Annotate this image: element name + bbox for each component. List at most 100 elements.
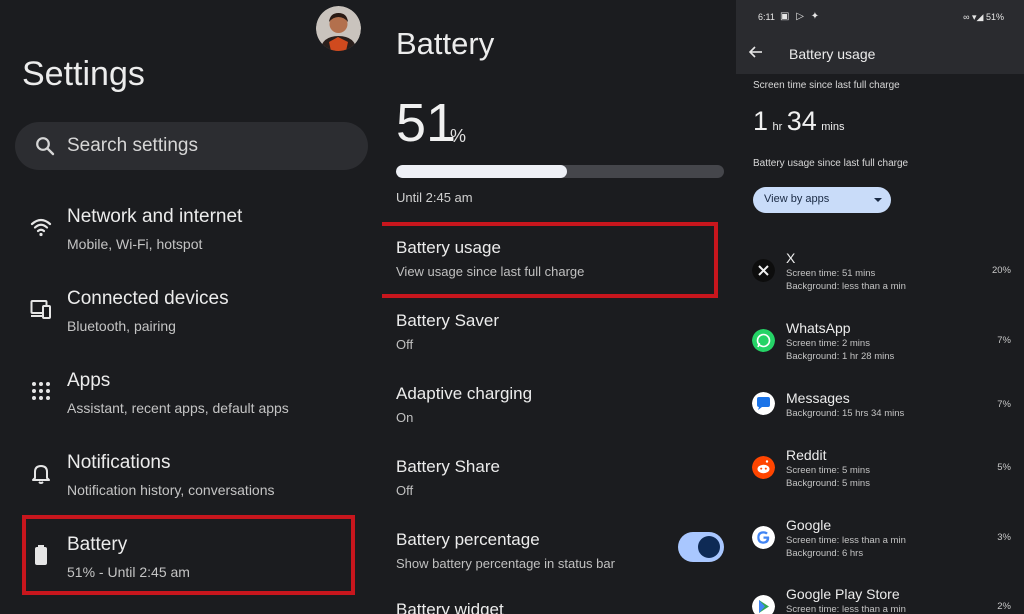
app-usage-row-messages[interactable]: Messages Background: 15 hrs 34 mins 7% xyxy=(736,390,1024,446)
view-by-value: View by apps xyxy=(764,193,830,205)
app-usage-row-reddit[interactable]: Reddit Screen time: 5 mins Background: 5… xyxy=(736,447,1024,503)
toggle-knob xyxy=(698,536,720,558)
screen-time-hours-unit: hr xyxy=(772,121,783,133)
app-name: X xyxy=(786,250,796,266)
battery-item-title: Battery Saver xyxy=(396,311,499,330)
settings-item-connected-devices[interactable]: Connected devices Bluetooth, pairing xyxy=(0,288,382,348)
app-usage-row-whatsapp[interactable]: WhatsApp Screen time: 2 mins Background:… xyxy=(736,320,1024,376)
google-app-icon xyxy=(752,526,775,549)
app-usage-row-play-store[interactable]: Google Play Store Screen time: less than… xyxy=(736,586,1024,614)
app-name: Google Play Store xyxy=(786,586,900,602)
battery-until-text: Until 2:45 am xyxy=(396,190,473,205)
screen-time-mins-unit: mins xyxy=(821,121,845,133)
app-background-time: Background: 1 hr 28 mins xyxy=(786,351,895,362)
battery-item-saver[interactable]: Battery Saver Off xyxy=(396,311,716,352)
battery-item-widget[interactable]: Battery widget xyxy=(396,600,716,614)
caret-down-icon xyxy=(874,198,882,202)
battery-usage-panel: 6:11 ▣ ▷ ✦ ∞ ▾◢ 51% Battery usage Screen… xyxy=(736,0,1024,614)
app-background-time: Background: less than a min xyxy=(786,281,906,292)
app-percent: 7% xyxy=(997,335,1011,346)
app-screen-time: Screen time: less than a min xyxy=(786,604,906,614)
app-background-time: Background: 15 hrs 34 mins xyxy=(786,408,905,419)
screen-time-value: 1 hr 34 mins xyxy=(753,106,844,137)
highlight-box xyxy=(382,222,718,298)
battery-level-fill xyxy=(396,165,567,178)
highlight-box xyxy=(22,515,355,595)
page-title: Battery usage xyxy=(789,46,876,62)
settings-item-apps[interactable]: Apps Assistant, recent apps, default app… xyxy=(0,370,382,430)
wifi-icon xyxy=(30,218,52,237)
battery-item-share[interactable]: Battery Share Off xyxy=(396,457,716,498)
bell-icon xyxy=(32,465,50,484)
app-usage-row-x[interactable]: X Screen time: 51 mins Background: less … xyxy=(736,250,1024,306)
app-screen-time: Screen time: 5 mins xyxy=(786,465,870,476)
app-name: Google xyxy=(786,517,832,533)
app-percent: 20% xyxy=(991,265,1011,276)
signal-icons: ∞ ▾◢ xyxy=(963,12,986,22)
settings-item-subtitle: Assistant, recent apps, default apps xyxy=(67,400,289,416)
battery-item-percentage[interactable]: Battery percentage Show battery percenta… xyxy=(396,530,716,571)
search-placeholder: Search settings xyxy=(67,135,198,156)
battery-item-title: Battery Share xyxy=(396,457,500,476)
page-title: Battery xyxy=(396,26,495,61)
status-time: 6:11 xyxy=(758,12,775,22)
battery-level-bar xyxy=(396,165,724,178)
notification-icons: ▣ ▷ ✦ xyxy=(780,11,822,22)
settings-item-title: Connected devices xyxy=(67,288,229,309)
app-usage-row-google[interactable]: Google Screen time: less than a min Back… xyxy=(736,517,1024,573)
settings-item-network[interactable]: Network and internet Mobile, Wi-Fi, hots… xyxy=(0,206,382,266)
app-name: WhatsApp xyxy=(786,320,851,336)
profile-avatar[interactable] xyxy=(316,6,361,51)
app-bar: 6:11 ▣ ▷ ✦ ∞ ▾◢ 51% Battery usage xyxy=(736,0,1024,74)
play-store-app-icon xyxy=(752,595,775,614)
search-icon xyxy=(36,137,55,156)
battery-item-adaptive-charging[interactable]: Adaptive charging On xyxy=(396,384,716,425)
settings-item-notifications[interactable]: Notifications Notification history, conv… xyxy=(0,452,382,512)
app-background-time: Background: 5 mins xyxy=(786,478,870,489)
settings-item-subtitle: Mobile, Wi-Fi, hotspot xyxy=(67,236,203,252)
settings-item-title: Network and internet xyxy=(67,206,243,227)
settings-item-title: Apps xyxy=(67,370,111,391)
app-percent: 7% xyxy=(997,399,1011,410)
app-background-time: Background: 6 hrs xyxy=(786,548,864,559)
page-title: Settings xyxy=(22,55,145,93)
search-bar[interactable]: Search settings xyxy=(15,122,368,170)
view-by-dropdown[interactable]: View by apps xyxy=(753,187,891,213)
battery-item-title: Battery percentage xyxy=(396,530,540,549)
app-name: Messages xyxy=(786,390,850,406)
app-percent: 3% xyxy=(997,532,1011,543)
battery-item-title: Adaptive charging xyxy=(396,384,533,403)
battery-item-subtitle: Off xyxy=(396,483,414,498)
status-bar: 6:11 ▣ ▷ ✦ ∞ ▾◢ 51% xyxy=(736,0,1024,34)
app-screen-time: Screen time: less than a min xyxy=(786,535,906,546)
usage-label: Battery usage since last full charge xyxy=(753,158,909,169)
battery-percent: 51 xyxy=(396,93,457,153)
app-screen-time: Screen time: 2 mins xyxy=(786,338,870,349)
battery-item-subtitle: Off xyxy=(396,337,414,352)
whatsapp-app-icon xyxy=(752,329,775,352)
app-name: Reddit xyxy=(786,447,827,463)
app-percent: 5% xyxy=(997,462,1011,473)
battery-panel: Battery 51 % Until 2:45 am Battery usage… xyxy=(382,0,736,614)
settings-item-subtitle: Bluetooth, pairing xyxy=(67,318,176,334)
screen-time-hours: 1 xyxy=(753,106,769,136)
screen-time-label: Screen time since last full charge xyxy=(753,80,900,91)
battery-item-subtitle: On xyxy=(396,410,414,425)
back-arrow-icon[interactable] xyxy=(748,44,764,60)
settings-item-title: Notifications xyxy=(67,452,171,473)
screen-time-mins: 34 xyxy=(786,106,817,136)
settings-item-subtitle: Notification history, conversations xyxy=(67,482,275,498)
battery-percent-unit: % xyxy=(450,126,467,146)
reddit-app-icon xyxy=(752,456,775,479)
status-right: ∞ ▾◢ 51% xyxy=(963,12,1004,23)
status-battery: 51% xyxy=(985,12,1004,22)
connected-devices-icon xyxy=(30,300,51,319)
messages-app-icon xyxy=(752,392,775,415)
battery-item-subtitle: Show battery percentage in status bar xyxy=(396,556,615,571)
settings-panel: Settings Search settings Network and int… xyxy=(0,0,382,614)
battery-percentage-toggle[interactable] xyxy=(678,532,724,562)
apps-grid-icon xyxy=(32,382,50,400)
x-app-icon xyxy=(752,259,775,282)
app-percent: 2% xyxy=(997,601,1011,612)
app-screen-time: Screen time: 51 mins xyxy=(786,268,876,279)
